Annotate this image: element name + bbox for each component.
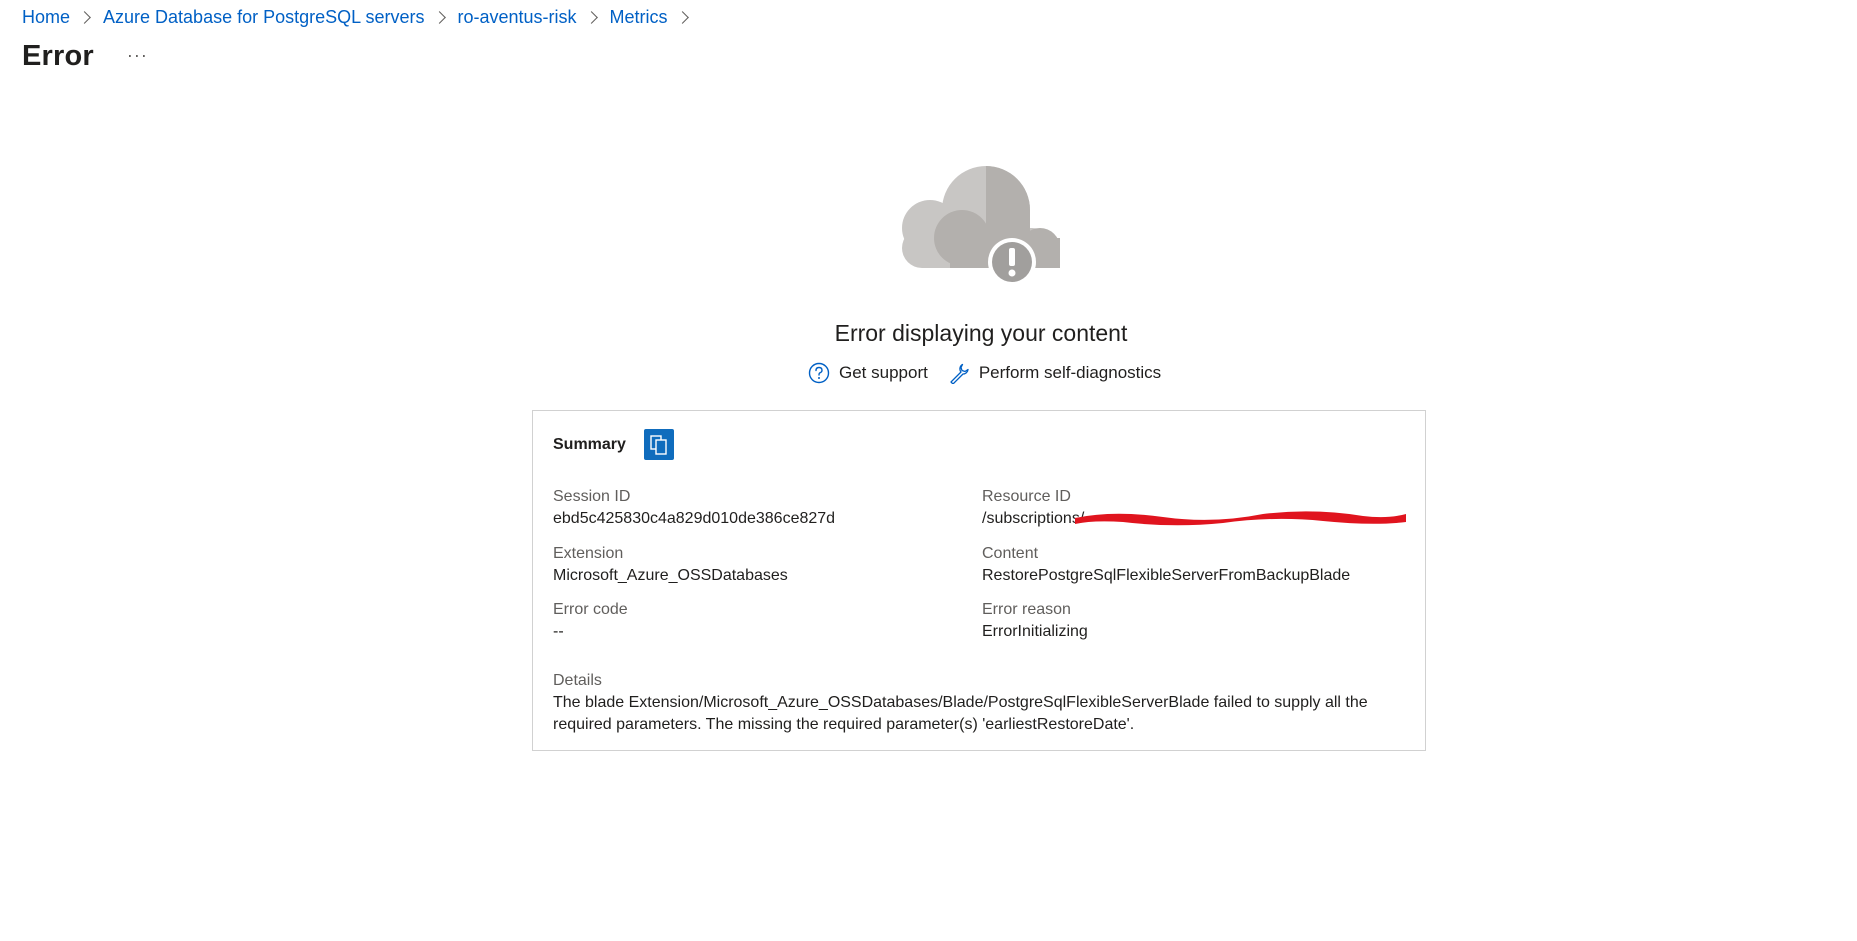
self-diagnostics-link[interactable]: Perform self-diagnostics xyxy=(948,362,1161,384)
page-title: Error xyxy=(22,40,94,72)
content-label: Content xyxy=(982,545,1039,562)
chevron-right-icon xyxy=(78,10,91,24)
copy-button[interactable] xyxy=(643,429,674,460)
summary-header: Summary xyxy=(553,429,674,460)
session-id-field: Session ID ebd5c425830c4a829d010de386ce8… xyxy=(553,486,835,530)
chevron-right-icon xyxy=(675,10,689,24)
resource-id-field: Resource ID /subscriptions/ xyxy=(982,486,1084,530)
extension-value: Microsoft_Azure_OSSDatabases xyxy=(553,567,788,584)
content-field: Content RestorePostgreSqlFlexibleServerF… xyxy=(982,543,1350,587)
summary-title: Summary xyxy=(553,435,626,453)
breadcrumb: Home Azure Database for PostgreSQL serve… xyxy=(22,6,701,28)
error-code-value: -- xyxy=(553,623,564,640)
error-reason-label: Error reason xyxy=(982,601,1071,618)
extension-label: Extension xyxy=(553,545,624,562)
error-heading: Error displaying your content xyxy=(834,320,1128,346)
chevron-right-icon xyxy=(432,10,446,24)
details-field: Details The blade Extension/Microsoft_Az… xyxy=(553,670,1403,736)
details-label: Details xyxy=(553,672,602,689)
content-value: RestorePostgreSqlFlexibleServerFromBacku… xyxy=(982,567,1351,584)
resource-id-label: Resource ID xyxy=(982,488,1071,505)
error-code-field: Error code -- xyxy=(553,599,628,643)
wrench-icon xyxy=(950,363,969,384)
breadcrumb-postgresql-servers[interactable]: Azure Database for PostgreSQL servers xyxy=(103,6,424,28)
breadcrumb-home[interactable]: Home xyxy=(22,6,70,28)
session-id-label: Session ID xyxy=(553,488,631,505)
details-value: The blade Extension/Microsoft_Azure_OSSD… xyxy=(553,694,1368,733)
get-support-link[interactable]: Get support xyxy=(808,362,928,384)
resource-id-value: /subscriptions/ xyxy=(982,510,1085,527)
cloud-error-icon xyxy=(902,166,1060,286)
redaction-mark xyxy=(1075,511,1406,526)
session-id-value: ebd5c425830c4a829d010de386ce827d xyxy=(553,510,836,527)
copy-icon xyxy=(650,434,667,455)
error-actions: Get support Perform self-diagnostics xyxy=(808,362,1161,384)
get-support-label: Get support xyxy=(839,363,928,382)
more-options-button[interactable]: ··· xyxy=(127,45,148,66)
summary-panel: Summary Session ID ebd5c425830c4a829d010… xyxy=(532,410,1426,751)
title-row: Error ··· xyxy=(22,40,148,73)
question-circle-icon xyxy=(808,362,830,384)
chevron-right-icon xyxy=(584,10,598,24)
error-code-label: Error code xyxy=(553,601,628,618)
extension-field: Extension Microsoft_Azure_OSSDatabases xyxy=(553,543,788,587)
error-reason-value: ErrorInitializing xyxy=(982,623,1088,640)
breadcrumb-metrics[interactable]: Metrics xyxy=(610,6,668,28)
self-diagnostics-label: Perform self-diagnostics xyxy=(978,363,1162,382)
breadcrumb-server[interactable]: ro-aventus-risk xyxy=(458,6,577,28)
error-reason-field: Error reason ErrorInitializing xyxy=(982,599,1088,643)
